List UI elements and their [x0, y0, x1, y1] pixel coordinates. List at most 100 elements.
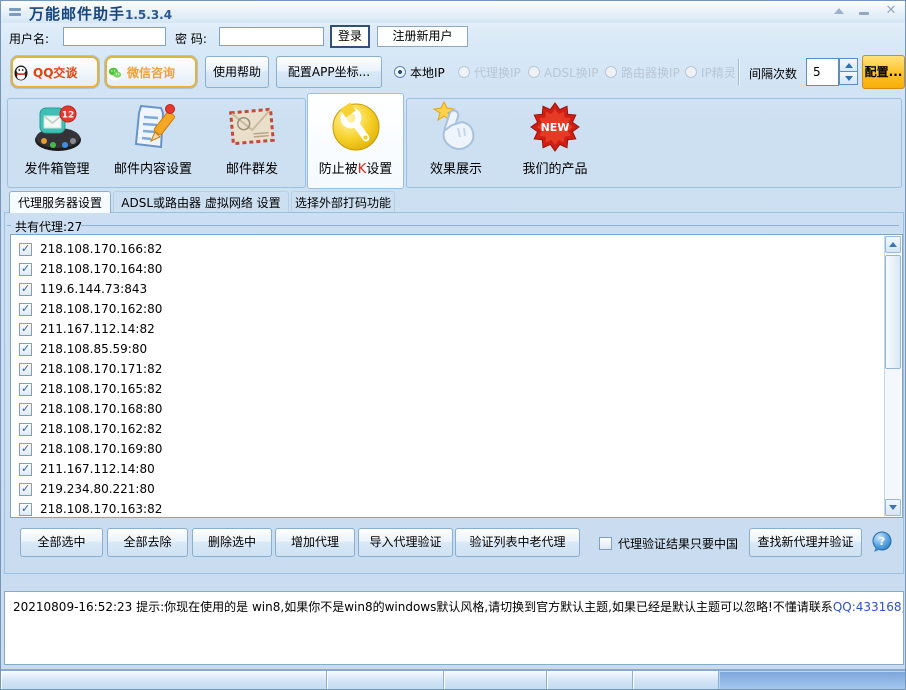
- radio-proxy-ip: 代理换IP: [458, 65, 521, 80]
- toolbar-item-effects[interactable]: 效果展示: [413, 101, 499, 177]
- proxy-row: 218.108.170.165:82: [11, 379, 902, 399]
- app-coord-button[interactable]: 配置APP坐标...: [276, 56, 382, 88]
- find-new-verify-button[interactable]: 查找新代理并验证: [749, 528, 862, 557]
- china-only-option[interactable]: 代理验证结果只要中国: [599, 535, 738, 552]
- proxy-checkbox[interactable]: [19, 502, 32, 516]
- config-button[interactable]: 配置...: [862, 55, 905, 89]
- app-icon: [9, 8, 21, 17]
- proxy-row: 218.108.170.166:82: [11, 239, 902, 259]
- proxy-checkbox[interactable]: [19, 342, 32, 356]
- proxy-address: 218.108.170.162:80: [40, 302, 163, 316]
- proxy-checkbox[interactable]: [19, 282, 32, 296]
- statusbar-panel: [1, 671, 327, 689]
- proxy-address: 218.108.170.171:82: [40, 362, 163, 376]
- toolbar-item-products-label: 我们的产品: [522, 162, 588, 177]
- rollup-button[interactable]: [829, 3, 849, 20]
- log-message-tail: ,点击打开帮: [902, 600, 903, 614]
- proxy-address: 218.108.170.166:82: [40, 242, 163, 256]
- toolbar-item-outbox[interactable]: 12 发件箱管理: [13, 101, 101, 177]
- groupbox-border: [7, 225, 11, 226]
- proxy-checkbox[interactable]: [19, 362, 32, 376]
- tab-captcha[interactable]: 选择外部打码功能: [291, 191, 395, 213]
- tab-proxy-settings[interactable]: 代理服务器设置: [9, 191, 111, 213]
- login-button[interactable]: 登录: [331, 26, 369, 47]
- proxy-checkbox[interactable]: [19, 302, 32, 316]
- scroll-up-button[interactable]: [885, 236, 901, 253]
- proxy-rows: 218.108.170.166:82 218.108.170.164:80 11…: [11, 235, 902, 517]
- outbox-manager-icon: 12: [35, 105, 81, 151]
- radio-router-ip: 路由器换IP: [605, 65, 680, 80]
- register-button[interactable]: 注册新用户: [377, 26, 468, 47]
- import-verify-button[interactable]: 导入代理验证: [358, 528, 453, 557]
- proxy-address: 219.234.80.221:80: [40, 482, 155, 496]
- statusbar-panel: [327, 671, 444, 689]
- radio-ip-genie: IP精灵: [685, 65, 736, 80]
- proxy-checkbox[interactable]: [19, 382, 32, 396]
- china-only-checkbox[interactable]: [599, 537, 612, 550]
- statusbar-panel: [547, 671, 633, 689]
- statusbar: [1, 669, 905, 689]
- tab-adsl-router[interactable]: ADSL或路由器 虚拟网络 设置: [113, 191, 289, 213]
- proxy-row: 218.108.170.162:82: [11, 419, 902, 439]
- proxy-row: 218.108.170.164:80: [11, 259, 902, 279]
- radio-selected-icon: [394, 66, 406, 78]
- radio-local-ip[interactable]: 本地IP: [394, 65, 445, 80]
- wechat-label: 微信咨询: [127, 66, 176, 80]
- toolbar-item-content[interactable]: 邮件内容设置: [107, 101, 199, 177]
- add-proxy-button[interactable]: 增加代理: [275, 528, 355, 557]
- proxy-row: 119.6.144.73:843: [11, 279, 902, 299]
- proxy-row: 218.108.170.169:80: [11, 439, 902, 459]
- radio-icon: [528, 66, 540, 78]
- qq-chat-button[interactable]: QQ交谈: [11, 56, 99, 88]
- proxy-address: 218.108.170.165:82: [40, 382, 163, 396]
- close-button[interactable]: ✕: [881, 3, 901, 20]
- proxy-checkbox[interactable]: [19, 482, 32, 496]
- window-title-text: 万能邮件助手: [29, 5, 126, 23]
- qq-chat-label: QQ交谈: [33, 66, 78, 80]
- proxy-checkbox[interactable]: [19, 322, 32, 336]
- scrollbar-thumb[interactable]: [885, 255, 901, 369]
- toolbar-item-outbox-label: 发件箱管理: [24, 162, 90, 177]
- log-qq-contact: QQ:433168: [832, 600, 902, 614]
- wechat-button[interactable]: 微信咨询: [105, 56, 197, 88]
- delete-selected-button[interactable]: 删除选中: [192, 528, 272, 557]
- help-bubble-icon[interactable]: ?: [871, 531, 893, 553]
- proxy-row: 218.108.170.162:80: [11, 299, 902, 319]
- proxy-row: 218.108.170.168:80: [11, 399, 902, 419]
- username-input[interactable]: [63, 27, 166, 46]
- radio-icon: [605, 66, 617, 78]
- proxy-list[interactable]: 218.108.170.166:82 218.108.170.164:80 11…: [10, 234, 903, 518]
- proxy-row: 218.108.170.171:82: [11, 359, 902, 379]
- interval-input[interactable]: 5: [806, 58, 839, 86]
- toolbar-item-products[interactable]: NEW 我们的产品: [509, 101, 601, 177]
- password-input[interactable]: [219, 27, 324, 46]
- toolbar-item-bulk-send[interactable]: 邮件群发: [207, 101, 297, 177]
- log-time: 20210809-16:52:23: [13, 600, 133, 614]
- proxy-checkbox[interactable]: [19, 262, 32, 276]
- minimize-button[interactable]: [854, 3, 874, 20]
- deselect-all-button[interactable]: 全部去除: [107, 528, 188, 557]
- wechat-icon: [107, 65, 123, 81]
- toolbar-item-anti-block[interactable]: 防止被K设置: [311, 101, 400, 177]
- proxy-checkbox[interactable]: [19, 402, 32, 416]
- verify-old-proxies-button[interactable]: 验证列表中老代理: [455, 528, 580, 557]
- spinner-down-button[interactable]: [839, 71, 858, 85]
- usage-help-button[interactable]: 使用帮助: [205, 56, 269, 88]
- proxy-address: 218.108.85.59:80: [40, 342, 148, 356]
- proxy-checkbox[interactable]: [19, 462, 32, 476]
- toolbar-item-effects-label: 效果展示: [429, 162, 482, 177]
- proxy-checkbox[interactable]: [19, 242, 32, 256]
- status-log: 20210809-16:52:23 提示:你现在使用的是 win8,如果你不是w…: [4, 591, 904, 665]
- spinner-up-button[interactable]: [839, 58, 858, 72]
- anti-block-wrench-icon: [332, 102, 379, 151]
- toolbar-separator: [738, 59, 740, 85]
- select-all-button[interactable]: 全部选中: [20, 528, 103, 557]
- scroll-down-button[interactable]: [885, 499, 901, 516]
- proxy-checkbox[interactable]: [19, 442, 32, 456]
- proxy-checkbox[interactable]: [19, 422, 32, 436]
- proxy-row: 218.108.170.163:82: [11, 499, 902, 517]
- effects-hand-icon: [432, 101, 475, 150]
- proxy-scrollbar[interactable]: [884, 236, 901, 516]
- radio-proxy-ip-label: 代理换IP: [474, 65, 521, 80]
- toolbar-item-anti-block-label: 防止被K设置: [319, 158, 393, 177]
